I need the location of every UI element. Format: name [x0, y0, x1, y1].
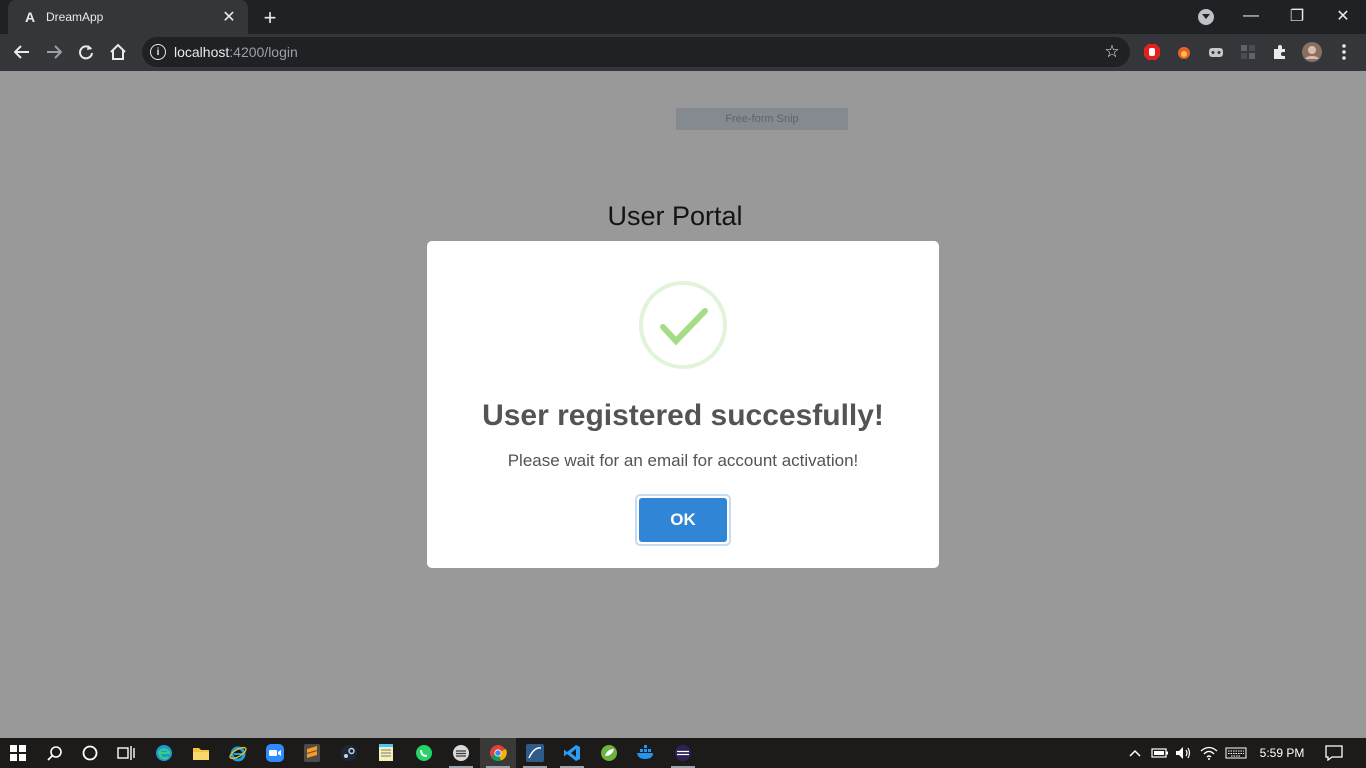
back-arrow-icon: [14, 45, 29, 59]
whatsapp-icon: [416, 745, 432, 761]
volume-tray-icon[interactable]: [1174, 738, 1194, 768]
keyboard-tray-icon[interactable]: [1223, 738, 1249, 768]
task-view-button[interactable]: [108, 738, 144, 768]
vscode-icon: [564, 745, 580, 761]
tab-strip: A DreamApp ✕ + — ❐ ✕: [0, 0, 1366, 34]
tab-title: DreamApp: [46, 10, 104, 24]
zoom-icon: [266, 744, 284, 762]
notepad-icon: [379, 744, 393, 761]
database-app-icon: [526, 744, 544, 762]
url-text: localhost:4200/login: [174, 44, 298, 60]
taskbar-zoom[interactable]: [257, 738, 293, 768]
eclipse-icon: [675, 745, 691, 761]
dialog-message: Please wait for an email for account act…: [507, 451, 859, 470]
minimize-button[interactable]: —: [1228, 0, 1274, 32]
task-view-icon: [117, 746, 135, 760]
battery-tray-icon[interactable]: [1150, 738, 1170, 768]
ok-button-label: OK: [639, 498, 727, 542]
taskbar-steam[interactable]: [331, 738, 367, 768]
browser-toolbar: i localhost:4200/login ☆: [0, 34, 1366, 71]
reload-icon: [79, 45, 93, 60]
taskbar-file-explorer[interactable]: [183, 738, 219, 768]
adblock-extension-icon[interactable]: [1142, 42, 1162, 62]
bookmark-star-icon[interactable]: ☆: [1102, 42, 1122, 62]
taskbar-sublime-text[interactable]: [294, 738, 330, 768]
browser-menu-icon[interactable]: [1334, 42, 1354, 62]
windows-icon: [10, 745, 26, 761]
taskbar-whatsapp[interactable]: [406, 738, 442, 768]
cortana-button[interactable]: [72, 738, 108, 768]
app-icon: [453, 745, 469, 761]
close-window-button[interactable]: ✕: [1320, 0, 1366, 32]
extensions-puzzle-icon[interactable]: [1270, 42, 1290, 62]
angular-icon: A: [24, 9, 36, 25]
forward-button[interactable]: [40, 38, 68, 66]
chevron-up-icon: [1129, 749, 1141, 757]
taskbar-vscode[interactable]: [554, 738, 590, 768]
dialog-title: User registered succesfully!: [482, 399, 884, 432]
folder-icon: [193, 748, 209, 760]
restore-button[interactable]: ❐: [1274, 0, 1320, 32]
taskbar-app-window[interactable]: [443, 738, 479, 768]
home-icon: [110, 43, 126, 60]
clock[interactable]: 5:59 PM: [1256, 738, 1308, 768]
taskbar-spring-tool[interactable]: [591, 738, 627, 768]
search-icon: [47, 746, 62, 761]
action-center-button[interactable]: [1320, 738, 1348, 768]
success-dialog: User registered succesfully! Please wait…: [427, 241, 939, 568]
show-hidden-icons[interactable]: [1126, 738, 1144, 768]
reload-button[interactable]: [72, 38, 100, 66]
browser-tab[interactable]: A DreamApp ✕: [8, 0, 248, 34]
new-tab-button[interactable]: +: [258, 5, 282, 30]
taskbar-chrome[interactable]: [480, 738, 516, 768]
tab-close-icon[interactable]: ✕: [220, 8, 238, 26]
docker-icon: [637, 745, 653, 759]
extension-fire-icon[interactable]: [1174, 42, 1194, 62]
page-viewport: Free-form Snip User Portal User register…: [0, 71, 1366, 738]
ok-button[interactable]: OK: [635, 494, 731, 546]
home-button[interactable]: [104, 38, 132, 66]
taskbar-app-eclipse[interactable]: [665, 738, 701, 768]
steam-icon: [341, 745, 357, 761]
tab-search-icon[interactable]: [1198, 9, 1214, 25]
taskbar: 5:59 PM: [0, 738, 1366, 768]
forward-arrow-icon: [47, 45, 62, 59]
taskbar-notepad[interactable]: [368, 738, 404, 768]
extension-grid-icon[interactable]: [1238, 42, 1258, 62]
taskbar-search-button[interactable]: [37, 738, 73, 768]
address-bar[interactable]: i localhost:4200/login ☆: [142, 37, 1130, 67]
back-button[interactable]: [8, 38, 36, 66]
profile-avatar[interactable]: [1302, 42, 1322, 62]
edge-icon: [156, 745, 172, 761]
wifi-tray-icon[interactable]: [1199, 738, 1219, 768]
spring-icon: [601, 745, 617, 761]
taskbar-app-database[interactable]: [517, 738, 553, 768]
internet-explorer-icon: [229, 746, 247, 762]
taskbar-internet-explorer[interactable]: [220, 738, 256, 768]
extension-gamepad-icon[interactable]: [1206, 42, 1226, 62]
chrome-icon: [490, 745, 507, 761]
start-button[interactable]: [0, 738, 36, 768]
site-info-icon[interactable]: i: [150, 44, 166, 60]
taskbar-docker[interactable]: [628, 738, 664, 768]
success-check-icon: [639, 281, 727, 369]
sublime-text-icon: [304, 744, 320, 762]
taskbar-edge[interactable]: [146, 738, 182, 768]
notification-icon: [1325, 745, 1343, 761]
cortana-icon: [82, 745, 98, 761]
